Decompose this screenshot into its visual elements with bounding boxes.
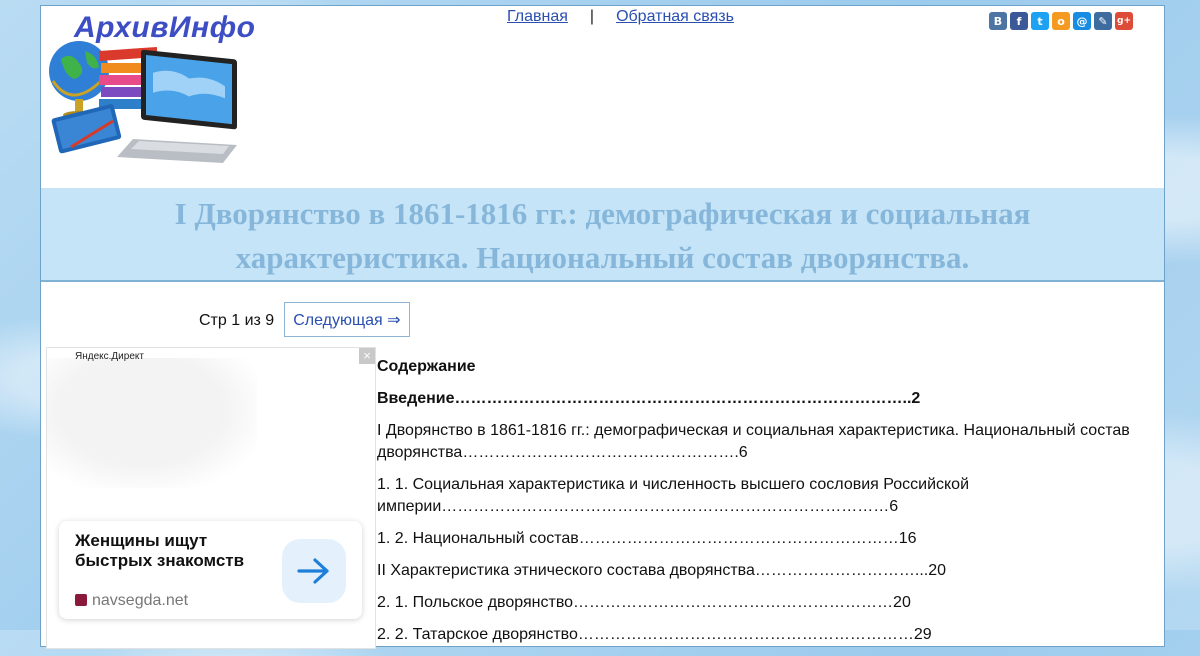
mailru-icon[interactable]: @ — [1073, 12, 1091, 30]
toc-item: 1. 1. Социальная характеристика и числен… — [377, 476, 970, 515]
arrow-right-icon[interactable] — [282, 539, 346, 603]
odnoklassniki-icon[interactable]: o — [1052, 12, 1070, 30]
ad-headline[interactable]: Женщины ищут быстрых знакомств — [75, 531, 265, 571]
twitter-icon[interactable]: t — [1031, 12, 1049, 30]
ad-favicon-icon — [75, 594, 87, 606]
ad-label[interactable]: Яндекс.Директ — [75, 351, 144, 362]
facebook-icon[interactable]: f — [1010, 12, 1028, 30]
ad-close-button[interactable]: × — [359, 348, 375, 364]
ad-card[interactable]: Женщины ищут быстрых знакомств navsegda.… — [59, 521, 362, 619]
toc-item: I Дворянство в 1861-1816 гг.: демографич… — [377, 422, 1130, 461]
toc-item: 2. 2. Татарское дворянство……………………………………… — [377, 626, 932, 643]
page-title-line-2: характеристика. Национальный состав двор… — [235, 240, 970, 275]
livejournal-icon[interactable]: ✎ — [1094, 12, 1112, 30]
pagination: Стр 1 из 9 Следующая ⇒ — [199, 302, 410, 337]
table-of-contents: Содержание Введение………………………………………………………… — [377, 356, 1147, 656]
ad-image-placeholder — [47, 358, 257, 488]
page-title-line-1: I Дворянство в 1861-1816 гг.: демографич… — [174, 196, 1031, 231]
toc-item: 1. 2. Национальный состав………………………………………… — [377, 530, 917, 547]
nav-link-home[interactable]: Главная — [507, 8, 568, 25]
toc-item: Введение…………………………………………………………………………..2 — [377, 390, 921, 407]
page-title: I Дворянство в 1861-1816 гг.: демографич… — [41, 188, 1164, 282]
nav-link-feedback[interactable]: Обратная связь — [616, 8, 734, 25]
site-logo-text[interactable]: АрхивИнфо — [74, 11, 255, 45]
nav-separator: | — [589, 8, 595, 25]
vk-icon[interactable]: B — [989, 12, 1007, 30]
page-indicator: Стр 1 из 9 — [199, 312, 275, 329]
page-container: АрхивИнфо Главная | Обратная связь B f t o… — [40, 5, 1165, 649]
ad-block: Яндекс.Директ × Женщины ищут быстрых зна… — [46, 347, 376, 649]
toc-heading: Содержание — [377, 358, 476, 375]
googleplus-icon[interactable]: g+ — [1115, 12, 1133, 30]
next-page-button[interactable]: Следующая ⇒ — [284, 302, 410, 337]
top-navigation: Главная | Обратная связь — [507, 8, 734, 26]
ad-domain: navsegda.net — [75, 592, 188, 610]
toc-item: 2. 1. Польское дворянство………………………………………… — [377, 594, 911, 611]
toc-item: II Характеристика этнического состава дв… — [377, 562, 947, 579]
ad-domain-text: navsegda.net — [92, 592, 189, 609]
share-buttons: B f t o @ ✎ g+ — [989, 12, 1133, 30]
